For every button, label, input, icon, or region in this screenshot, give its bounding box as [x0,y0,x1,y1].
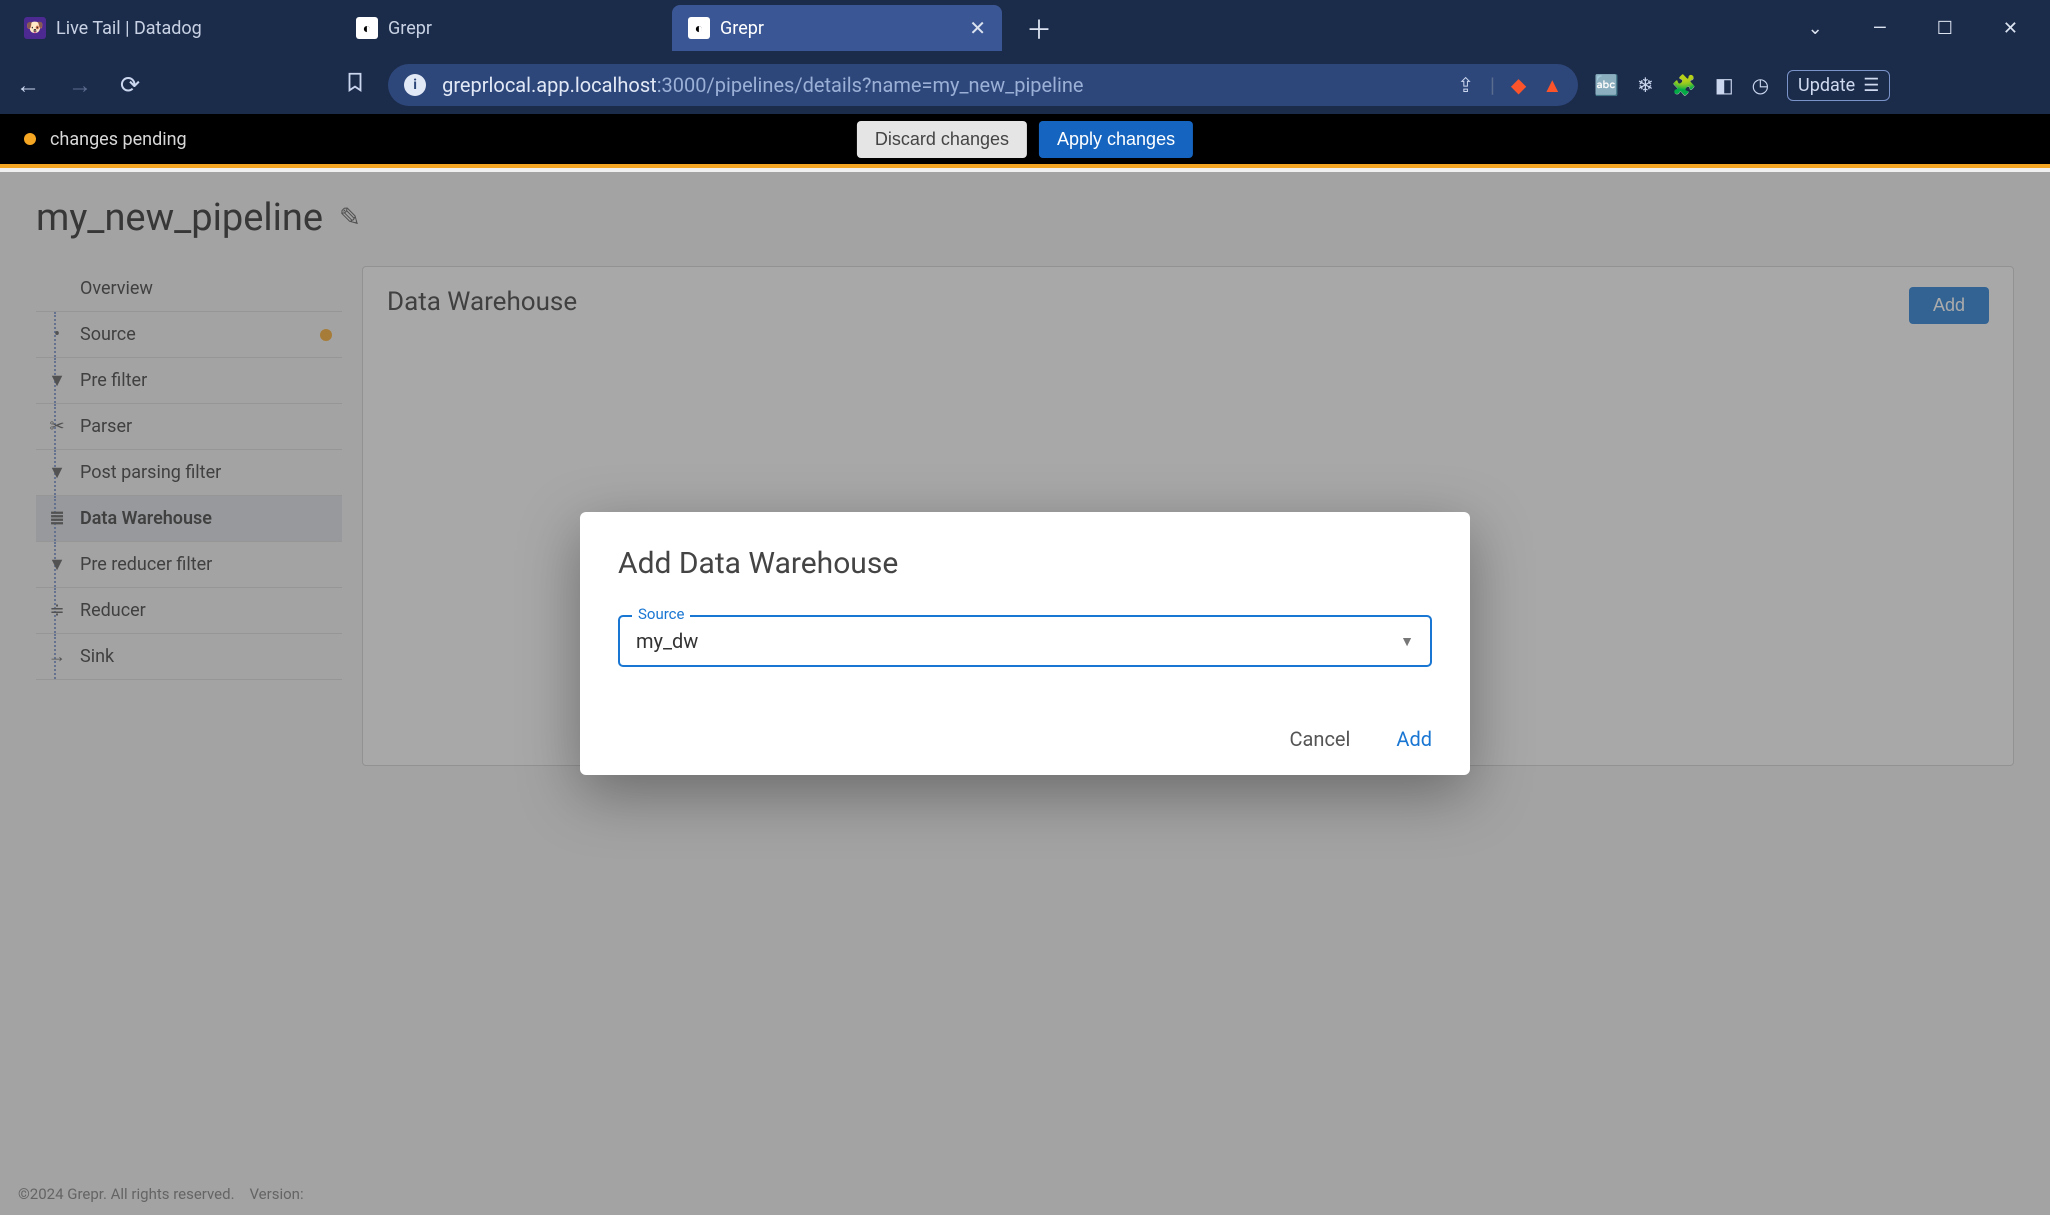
back-button[interactable]: ← [10,67,46,104]
extensions-icon[interactable]: 🧩 [1672,73,1697,97]
sidepanel-icon[interactable]: ◧ [1715,73,1734,97]
browser-tab[interactable]: 🐶 Live Tail | Datadog [8,5,338,51]
datadog-favicon-icon: 🐶 [24,17,46,39]
apply-changes-button[interactable]: Apply changes [1039,121,1193,158]
bookmark-icon[interactable] [338,67,372,103]
browser-toolbar: ← → ⟳ i greprlocal.app.localhost:3000/pi… [0,56,2050,114]
source-field-label: Source [632,605,690,623]
add-data-warehouse-modal: Add Data Warehouse Source my_dw ▼ Cancel… [580,512,1470,775]
site-info-icon[interactable]: i [404,74,426,96]
pending-dot-icon [24,133,36,145]
minimize-icon[interactable]: ― [1863,12,1897,45]
browser-tab-active[interactable]: ◐ Grepr ✕ [672,5,1002,51]
reload-button[interactable]: ⟳ [114,67,146,103]
tab-title: Live Tail | Datadog [56,18,202,39]
tab-title: Grepr [388,18,432,39]
browser-titlebar: 🐶 Live Tail | Datadog ◐ Grepr ◐ Grepr ✕ … [0,0,2050,56]
grepr-favicon-icon: ◐ [356,17,378,39]
tab-close-icon[interactable]: ✕ [969,16,986,40]
close-window-icon[interactable]: ✕ [1993,12,2028,45]
hamburger-icon: ☰ [1863,75,1879,96]
snowflake-icon[interactable]: ❄ [1637,73,1654,97]
changes-status-text: changes pending [50,129,187,150]
source-select[interactable]: my_dw ▼ [618,615,1432,667]
brave-warning-icon[interactable]: ▲ [1542,73,1562,98]
tab-title: Grepr [720,18,764,39]
chevron-down-icon: ▼ [1400,633,1414,650]
chevron-down-icon[interactable]: ⌄ [1798,12,1833,45]
new-tab-button[interactable]: ＋ [1016,6,1062,51]
app-root: changes pending Discard changes Apply ch… [0,114,2050,1215]
source-select-value: my_dw [636,629,698,653]
changes-pending-bar: changes pending Discard changes Apply ch… [0,114,2050,168]
modal-overlay[interactable]: Add Data Warehouse Source my_dw ▼ Cancel… [0,172,2050,1215]
maximize-icon[interactable]: ☐ [1927,12,1963,45]
translate-icon[interactable]: 🔤 [1594,73,1619,97]
grepr-favicon-icon: ◐ [688,17,710,39]
discard-changes-button[interactable]: Discard changes [857,121,1027,158]
forward-button[interactable]: → [62,67,98,104]
modal-title: Add Data Warehouse [618,546,1432,581]
update-button[interactable]: Update ☰ [1787,70,1890,101]
url-text: greprlocal.app.localhost:3000/pipelines/… [442,73,1441,97]
modal-add-button[interactable]: Add [1396,727,1432,751]
browser-tab[interactable]: ◐ Grepr [340,5,670,51]
share-icon[interactable]: ⇪ [1457,73,1474,97]
history-icon[interactable]: ◷ [1752,73,1769,97]
cancel-button[interactable]: Cancel [1290,727,1351,751]
address-bar[interactable]: i greprlocal.app.localhost:3000/pipeline… [388,64,1578,106]
brave-shield-icon[interactable]: ◆ [1511,73,1526,97]
